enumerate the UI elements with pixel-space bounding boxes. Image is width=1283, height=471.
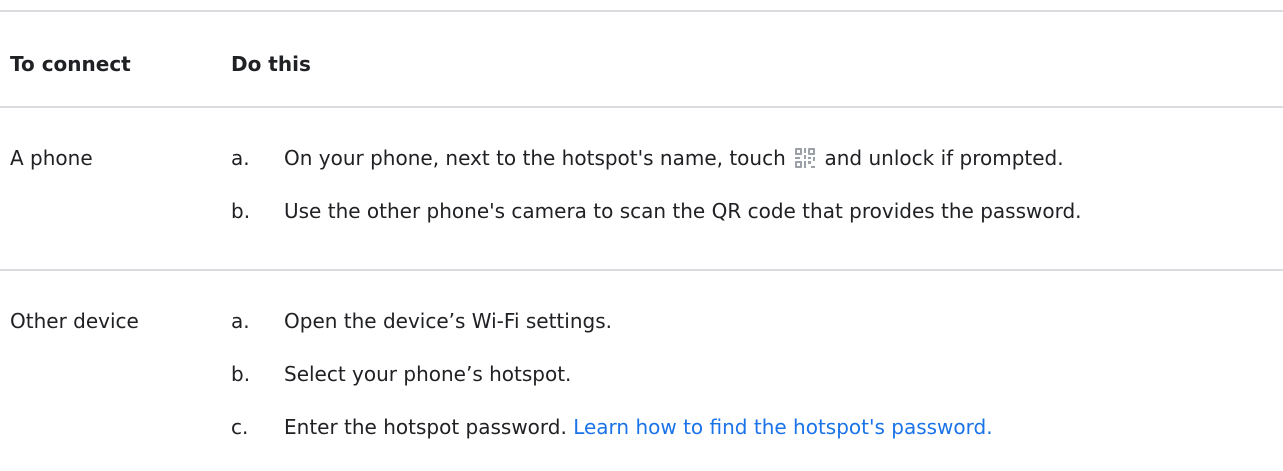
step-marker: b.: [231, 362, 251, 386]
step-text-before: On your phone, next to the hotspot's nam…: [284, 146, 786, 170]
table-row-other-device: Other device a. Open the device’s Wi-Fi …: [0, 271, 1283, 467]
step-marker: a.: [231, 146, 250, 170]
step-text: Use the other phone's camera to scan the…: [284, 199, 1082, 223]
step-text: Open the device’s Wi-Fi settings.: [284, 309, 612, 333]
step-marker: b.: [231, 199, 251, 223]
row-label-phone: A phone: [10, 146, 93, 170]
step-text: On your phone, next to the hotspot's nam…: [284, 144, 1064, 172]
step-text-after: and unlock if prompted.: [824, 146, 1064, 170]
column-header-to-connect: To connect: [10, 52, 131, 76]
column-header-do-this: Do this: [231, 52, 311, 76]
step-marker: c.: [231, 415, 249, 439]
step-text-content: Enter the hotspot password.: [284, 415, 567, 439]
find-hotspot-password-link[interactable]: Learn how to find the hotspot's password…: [573, 415, 992, 439]
table-header-row: To connect Do this: [0, 12, 1283, 108]
step-marker: a.: [231, 309, 250, 333]
connect-table: To connect Do this A phone a. On your ph…: [0, 10, 1283, 467]
qr-code-icon: [795, 148, 816, 168]
step-text: Enter the hotspot password. Learn how to…: [284, 413, 993, 441]
row-label-other-device: Other device: [10, 309, 139, 333]
step-text: Select your phone’s hotspot.: [284, 362, 572, 386]
table-row-phone: A phone a. On your phone, next to the ho…: [0, 108, 1283, 271]
